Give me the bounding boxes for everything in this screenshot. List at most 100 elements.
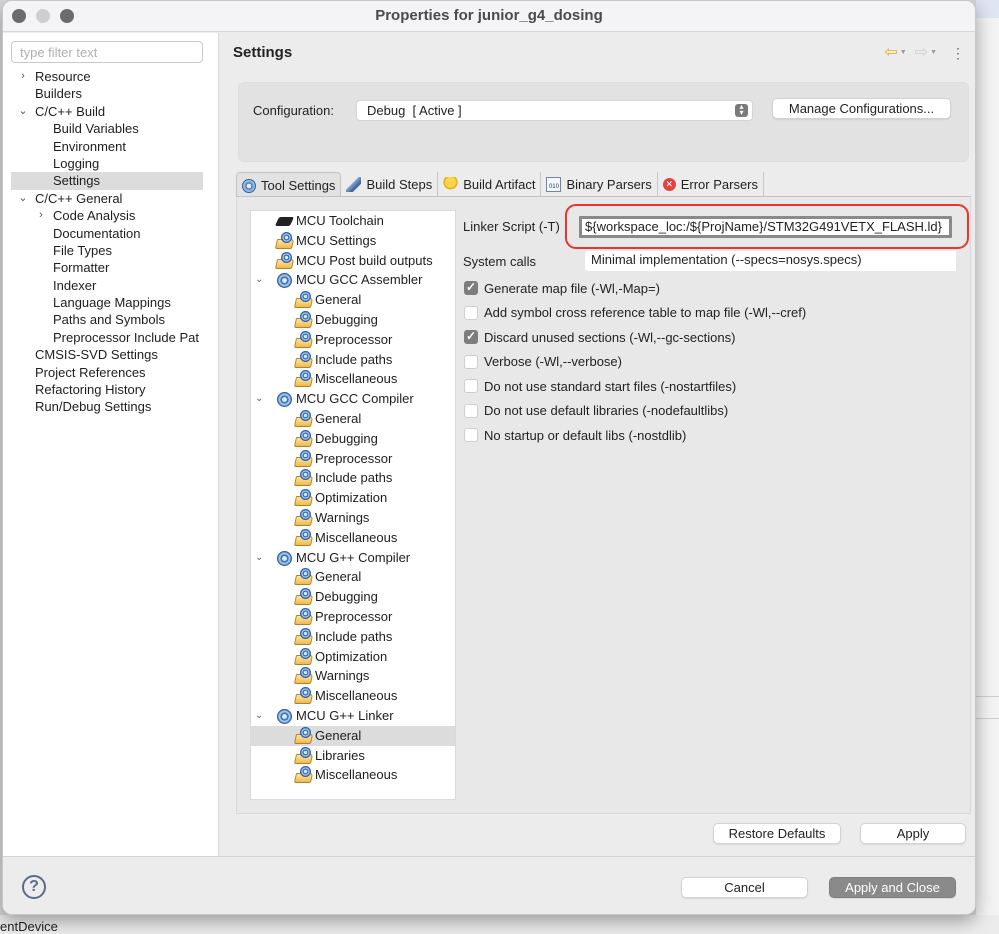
- forward-dropdown-icon[interactable]: ▼: [930, 43, 937, 63]
- tool-tree-item[interactable]: Miscellaneous: [251, 765, 455, 785]
- nav-item-label: Logging: [53, 155, 100, 171]
- tool-tree-item[interactable]: Libraries: [251, 746, 455, 766]
- linker-option[interactable]: Generate map file (-Wl,-Map=): [464, 279, 660, 297]
- option-folder-icon: [293, 766, 314, 784]
- tool-tree-item[interactable]: Include paths: [251, 350, 455, 370]
- back-dropdown-icon[interactable]: ▼: [900, 43, 907, 63]
- apply-button[interactable]: Apply: [860, 823, 966, 844]
- tool-tree-item[interactable]: MCU Settings: [251, 231, 455, 251]
- tool-tree-item[interactable]: ⌄ MCU GCC Compiler: [251, 389, 455, 409]
- option-checkbox[interactable]: [464, 305, 478, 320]
- tool-tree-item[interactable]: Include paths: [251, 627, 455, 647]
- nav-item-label: Build Variables: [53, 121, 139, 137]
- nav-item-code-analysis[interactable]: › Code Analysis: [3, 207, 203, 224]
- tool-tree-item[interactable]: Miscellaneous: [251, 686, 455, 706]
- nav-item-logging[interactable]: Logging: [3, 155, 203, 172]
- chevron-right-icon[interactable]: ›: [35, 207, 47, 224]
- error-parsers-icon: ✕: [662, 178, 676, 191]
- nav-item-run-debug-settings[interactable]: Run/Debug Settings: [3, 398, 203, 415]
- nav-item-c-c-build[interactable]: ⌄ C/C++ Build: [3, 103, 203, 120]
- tool-tree-item[interactable]: Preprocessor: [251, 330, 455, 350]
- nav-item-c-c-general[interactable]: ⌄ C/C++ General: [3, 190, 203, 207]
- help-icon[interactable]: ?: [22, 875, 46, 899]
- option-checkbox[interactable]: [464, 280, 478, 295]
- chevron-down-icon[interactable]: ⌄: [17, 103, 29, 120]
- configuration-select[interactable]: Debug [ Active ] ▴ ▾: [356, 100, 753, 121]
- restore-defaults-button[interactable]: Restore Defaults: [713, 823, 841, 844]
- tab-build-steps[interactable]: Build Steps: [341, 172, 439, 197]
- nav-item-label: Indexer: [53, 277, 97, 293]
- nav-item-formatter[interactable]: Formatter: [3, 259, 203, 276]
- nav-item-refactoring-history[interactable]: Refactoring History: [3, 381, 203, 398]
- nav-item-indexer[interactable]: Indexer: [3, 277, 203, 294]
- tool-tree-item[interactable]: General: [251, 567, 455, 587]
- nav-item-build-variables[interactable]: Build Variables: [3, 120, 203, 137]
- nav-item-preprocessor-include-pat[interactable]: Preprocessor Include Pat: [3, 329, 203, 346]
- tool-tree-item[interactable]: Debugging: [251, 310, 455, 330]
- cancel-button[interactable]: Cancel: [681, 877, 808, 898]
- nav-item-project-references[interactable]: Project References: [3, 364, 203, 381]
- chevron-down-icon[interactable]: ⌄: [17, 190, 29, 207]
- tool-tree-item[interactable]: General: [251, 725, 455, 746]
- nav-item-language-mappings[interactable]: Language Mappings: [3, 294, 203, 311]
- tool-tree-item[interactable]: General: [251, 290, 455, 310]
- linker-option[interactable]: Do not use standard start files (-nostar…: [464, 377, 736, 395]
- manage-configurations-button[interactable]: Manage Configurations...: [772, 98, 951, 119]
- linker-option[interactable]: Do not use default libraries (-nodefault…: [464, 402, 728, 420]
- option-checkbox[interactable]: [464, 329, 478, 344]
- tool-tree-item[interactable]: Optimization: [251, 647, 455, 667]
- tool-tree-item[interactable]: Optimization: [251, 488, 455, 508]
- nav-item-documentation[interactable]: Documentation: [3, 225, 203, 242]
- tool-tree-item[interactable]: MCU Toolchain: [251, 211, 455, 231]
- nav-item-settings[interactable]: Settings: [11, 172, 203, 190]
- tool-tree-item[interactable]: Miscellaneous: [251, 369, 455, 389]
- tool-tree-item[interactable]: MCU Post build outputs: [251, 251, 455, 271]
- system-calls-select[interactable]: Minimal implementation (--specs=nosys.sp…: [585, 251, 956, 271]
- back-arrow-icon[interactable]: ⇦: [884, 43, 897, 63]
- nav-item-environment[interactable]: Environment: [3, 138, 203, 155]
- tool-tree-item[interactable]: ⌄ MCU G++ Linker: [251, 706, 455, 726]
- option-checkbox[interactable]: [464, 379, 478, 393]
- nav-item-cmsis-svd-settings[interactable]: CMSIS-SVD Settings: [3, 346, 203, 363]
- linker-option[interactable]: Discard unused sections (-Wl,--gc-sectio…: [464, 328, 735, 346]
- tool-tree-item[interactable]: Preprocessor: [251, 607, 455, 627]
- linker-option[interactable]: Verbose (-Wl,--verbose): [464, 353, 622, 371]
- forward-arrow-icon[interactable]: ⇨: [915, 43, 928, 63]
- tool-tree-item[interactable]: ⌄ MCU GCC Assembler: [251, 270, 455, 290]
- tool-tree-item[interactable]: Debugging: [251, 587, 455, 607]
- nav-item-resource[interactable]: › Resource: [3, 68, 203, 85]
- linker-option[interactable]: No startup or default libs (-nostdlib): [464, 426, 686, 444]
- view-menu-icon[interactable]: ⋮: [951, 43, 965, 63]
- chevron-down-icon[interactable]: ⌄: [255, 389, 263, 409]
- linker-option[interactable]: Add symbol cross reference table to map …: [464, 304, 806, 322]
- tool-tree-item[interactable]: General: [251, 409, 455, 429]
- nav-item-file-types[interactable]: File Types: [3, 242, 203, 259]
- tool-tree-item[interactable]: ⌄ MCU G++ Compiler: [251, 548, 455, 568]
- option-checkbox[interactable]: [464, 428, 478, 442]
- chevron-right-icon[interactable]: ›: [17, 68, 29, 85]
- apply-and-close-button[interactable]: Apply and Close: [829, 877, 956, 898]
- tab-tool-settings[interactable]: Tool Settings: [236, 172, 342, 198]
- tab-error-parsers[interactable]: ✕ Error Parsers: [658, 172, 765, 197]
- tab-build-artifact[interactable]: Build Artifact: [438, 172, 542, 197]
- option-checkbox[interactable]: [464, 403, 478, 418]
- nav-item-label: Refactoring History: [35, 382, 146, 398]
- tool-tree-item[interactable]: Warnings: [251, 666, 455, 686]
- tool-gear-icon: [276, 550, 293, 566]
- tool-tree-item[interactable]: Miscellaneous: [251, 528, 455, 548]
- nav-item-paths-and-symbols[interactable]: Paths and Symbols: [3, 311, 203, 328]
- tool-tree-item[interactable]: Warnings: [251, 508, 455, 528]
- chevron-down-icon[interactable]: ⌄: [255, 548, 263, 568]
- tool-tree-item[interactable]: Debugging: [251, 429, 455, 449]
- chevron-down-icon[interactable]: ⌄: [255, 706, 263, 726]
- tool-tree-item[interactable]: Include paths: [251, 468, 455, 488]
- tool-tree-label: Preprocessor: [315, 331, 393, 347]
- filter-input[interactable]: [11, 41, 203, 63]
- tool-tree-item[interactable]: Preprocessor: [251, 449, 455, 469]
- tab-binary-parsers[interactable]: 010 Binary Parsers: [541, 172, 658, 197]
- nav-item-builders[interactable]: Builders: [3, 85, 203, 102]
- chevron-down-icon[interactable]: ⌄: [255, 270, 263, 290]
- nav-item-label: Code Analysis: [53, 208, 136, 224]
- tool-tree-label: Preprocessor: [315, 450, 393, 466]
- option-checkbox[interactable]: [464, 354, 478, 369]
